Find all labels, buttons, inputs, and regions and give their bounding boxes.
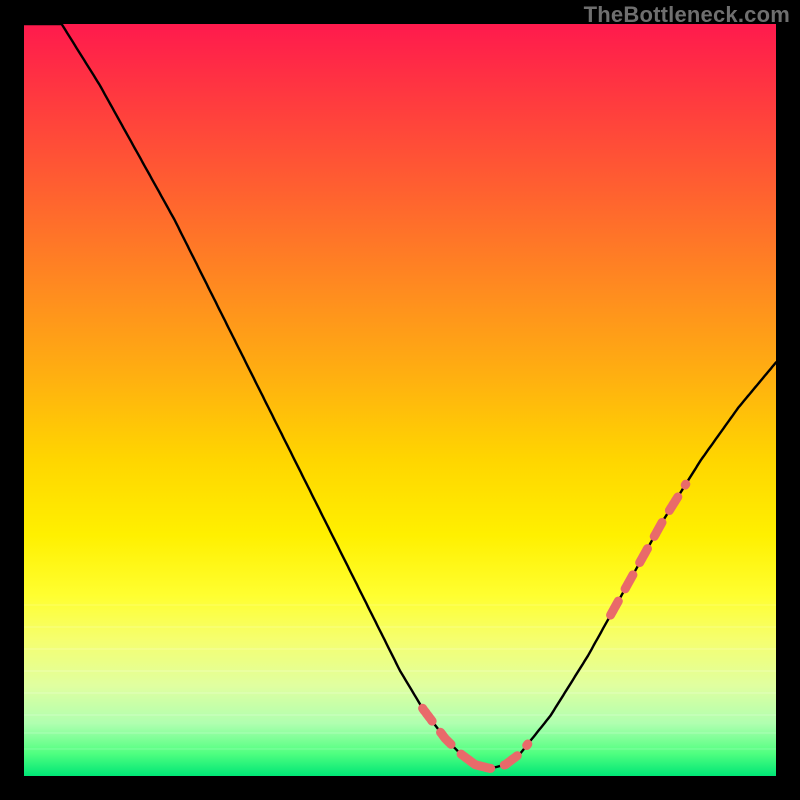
bottleneck-curve-svg	[24, 24, 776, 776]
plot-area	[24, 24, 776, 776]
chart-frame	[24, 24, 776, 776]
curve-line	[24, 24, 776, 769]
highlight-dash-segment	[475, 744, 528, 768]
highlight-dash-segment	[423, 708, 476, 764]
watermark-text: TheBottleneck.com	[584, 2, 790, 28]
highlight-dashes	[423, 484, 686, 768]
